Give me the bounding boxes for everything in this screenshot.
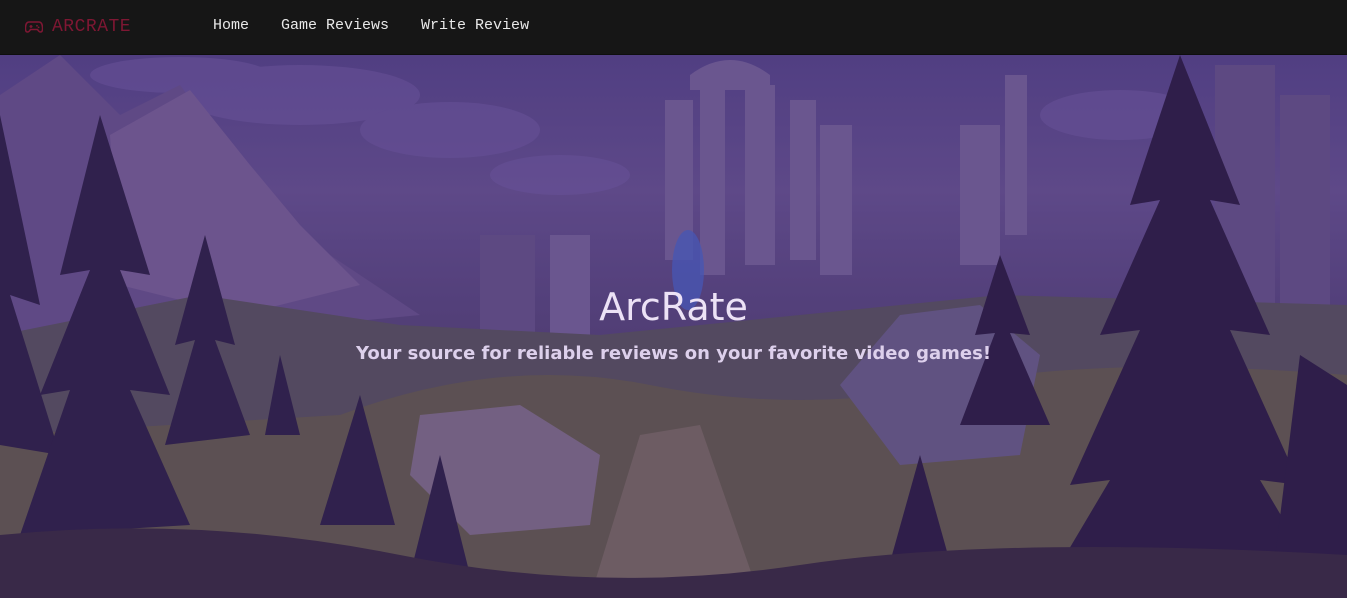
hero-content: ArcRate Your source for reliable reviews… bbox=[0, 283, 1347, 365]
top-navbar: ARCRATE Home Game Reviews Write Review bbox=[0, 0, 1347, 55]
brand-logo-link[interactable]: ARCRATE bbox=[25, 15, 131, 39]
nav-link-home[interactable]: Home bbox=[213, 17, 249, 34]
nav-link-game-reviews[interactable]: Game Reviews bbox=[281, 17, 389, 34]
nav-links: Home Game Reviews Write Review bbox=[213, 17, 529, 34]
hero-subtitle: Your source for reliable reviews on your… bbox=[355, 343, 992, 364]
hero-banner: ArcRate Your source for reliable reviews… bbox=[0, 55, 1347, 598]
brand-name: ARCRATE bbox=[52, 17, 132, 37]
nav-link-write-review[interactable]: Write Review bbox=[421, 17, 529, 34]
hero-title: ArcRate bbox=[599, 285, 748, 329]
gamepad-icon bbox=[25, 21, 43, 33]
